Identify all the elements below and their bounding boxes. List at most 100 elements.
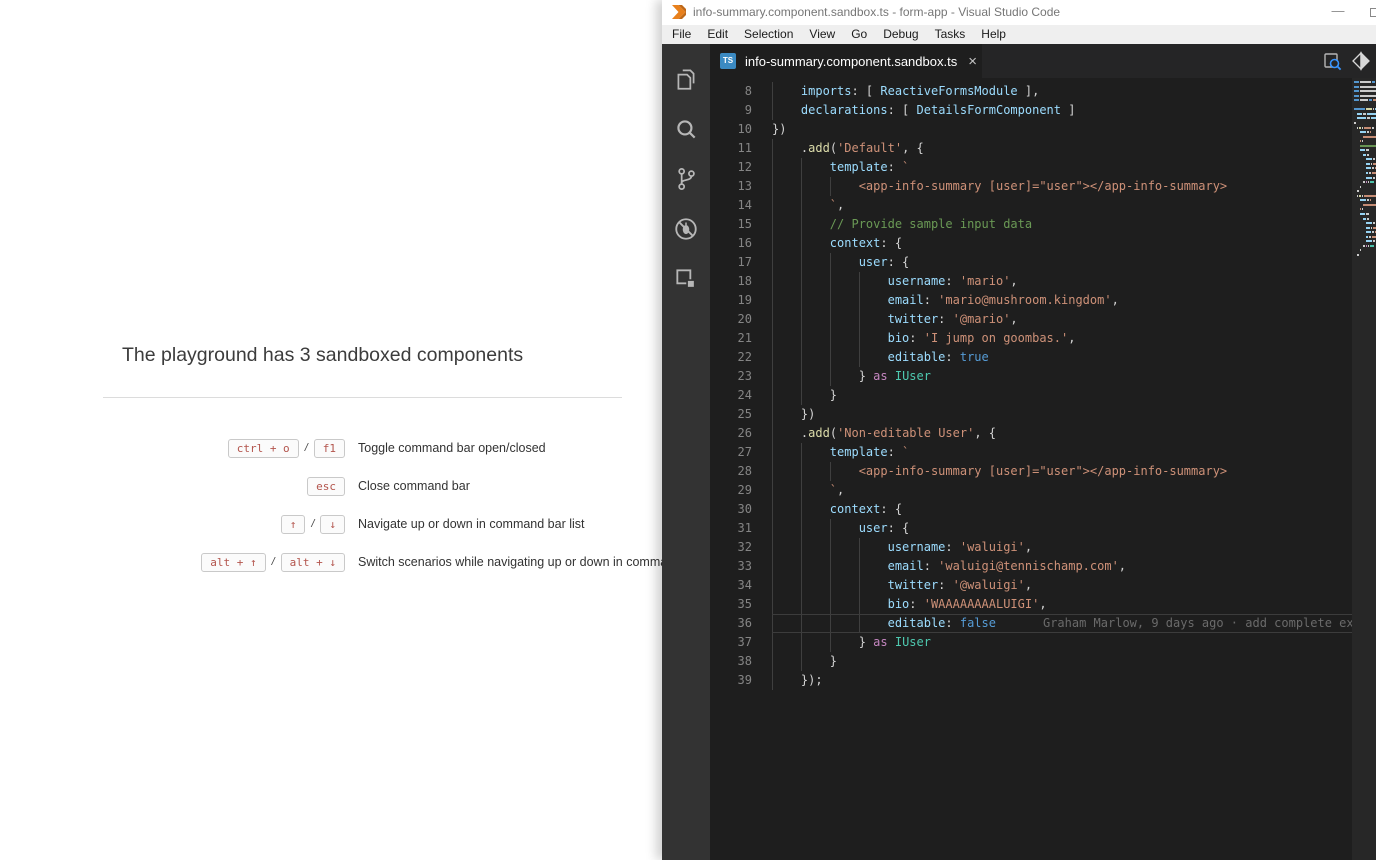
code-line-38[interactable]: 38 } [710,652,1376,671]
code-line-32[interactable]: 32 username: 'waluigi', [710,538,1376,557]
minimap-row [1352,190,1376,193]
indent-guide [772,310,773,329]
line-content: email: 'waluigi@tennischamp.com', [772,557,1376,576]
indent-guide [829,272,831,291]
explorer-icon[interactable] [662,54,710,104]
line-content: } [772,652,1376,671]
menu-view[interactable]: View [801,25,843,44]
code-line-13[interactable]: 13 <app-info-summary [user]="user"></app… [710,177,1376,196]
indent-guide [829,177,831,196]
code-line-30[interactable]: 30 context: { [710,500,1376,519]
menu-file[interactable]: File [664,25,699,44]
minimap-row [1352,181,1376,184]
line-number: 36 [737,616,752,630]
line-number: 33 [737,559,752,573]
search-icon[interactable] [662,104,710,154]
shortcut-row: ctrl + o / f1 Toggle command bar open/close… [0,429,662,467]
code-line-34[interactable]: 34 twitter: '@waluigi', [710,576,1376,595]
shortcut-description: Close command bar [358,479,470,493]
code-line-15[interactable]: 15 // Provide sample input data [710,215,1376,234]
code-line-19[interactable]: 19 email: 'mario@mushroom.kingdom', [710,291,1376,310]
open-preview-icon[interactable] [1322,51,1342,71]
debug-icon[interactable] [662,204,710,254]
line-content: email: 'mario@mushroom.kingdom', [772,291,1376,310]
code-line-14[interactable]: 14 `, [710,196,1376,215]
indent-guide [829,519,831,538]
code-line-26[interactable]: 26 .add('Non-editable User', { [710,424,1376,443]
minimap-row [1352,185,1376,188]
code-line-9[interactable]: 9 declarations: [ DetailsFormComponent ] [710,101,1376,120]
code-line-11[interactable]: 11 .add('Default', { [710,139,1376,158]
code-line-35[interactable]: 35 bio: 'WAAAAAAAALUIGI', [710,595,1376,614]
code-line-18[interactable]: 18 username: 'mario', [710,272,1376,291]
menu-debug[interactable]: Debug [875,25,926,44]
minimize-button[interactable]: — [1318,0,1358,25]
maximize-button[interactable] [1370,8,1376,17]
code-line-29[interactable]: 29 `, [710,481,1376,500]
menu-edit[interactable]: Edit [699,25,736,44]
shortcut-keys: alt + ↑ / alt + ↓ [0,552,345,572]
line-content: template: ` [772,158,1376,177]
code-line-27[interactable]: 27 template: ` [710,443,1376,462]
typescript-file-icon: TS [720,53,736,69]
code-line-39[interactable]: 39 }); [710,671,1376,690]
indent-guide [772,101,773,120]
activity-bar [662,44,710,860]
code-line-16[interactable]: 16 context: { [710,234,1376,253]
code-line-20[interactable]: 20 twitter: '@mario', [710,310,1376,329]
code-line-33[interactable]: 33 email: 'waluigi@tennischamp.com', [710,557,1376,576]
code-line-17[interactable]: 17 user: { [710,253,1376,272]
code-line-22[interactable]: 22 editable: true [710,348,1376,367]
line-number: 22 [737,350,752,364]
code-line-28[interactable]: 28 <app-info-summary [user]="user"></app… [710,462,1376,481]
indent-guide [772,386,773,405]
code-line-23[interactable]: 23 } as IUser [710,367,1376,386]
line-number: 11 [737,141,752,155]
line-content: }) [772,122,787,136]
indent-guide [800,595,802,614]
indent-guide [829,348,831,367]
code-line-10[interactable]: 10}) [710,120,1376,139]
minimap-row [1352,212,1376,215]
indent-guide [829,310,831,329]
code-line-36[interactable]: 36 editable: false Graham Marlow, 9 days … [710,614,1376,633]
code-line-25[interactable]: 25 }) [710,405,1376,424]
window-title: info-summary.component.sandbox.ts - form… [693,5,1061,19]
kbd-key: ↓ [320,514,345,534]
indent-guide [800,557,802,576]
indent-guide [772,462,773,481]
menu-go[interactable]: Go [843,25,875,44]
minimap-row [1352,226,1376,229]
code-editor[interactable]: 8 imports: [ ReactiveFormsModule ], 9 dec… [710,78,1376,860]
line-content: <app-info-summary [user]="user"></app-in… [772,177,1376,196]
minimap-row [1352,104,1376,106]
line-number: 15 [737,217,752,231]
split-editor-icon[interactable] [1351,51,1371,71]
source-control-icon[interactable] [662,154,710,204]
minimap[interactable] [1352,78,1376,860]
code-line-24[interactable]: 24 } [710,386,1376,405]
minimap-row [1352,176,1376,179]
shortcut-description: Toggle command bar open/closed [358,441,546,455]
line-number: 38 [737,654,752,668]
indent-guide [829,329,831,348]
menu-help[interactable]: Help [973,25,1014,44]
menu-selection[interactable]: Selection [736,25,801,44]
indent-guide [829,367,831,386]
minimap-row [1352,99,1376,102]
minimap-row [1352,153,1376,156]
tab-info-summary[interactable]: TS info-summary.component.sandbox.ts × [710,44,982,78]
tab-close-icon[interactable]: × [968,54,977,69]
code-line-31[interactable]: 31 user: { [710,519,1376,538]
line-content: } [772,386,1376,405]
indent-guide [800,196,802,215]
code-line-8[interactable]: 8 imports: [ ReactiveFormsModule ], [710,82,1376,101]
code-line-12[interactable]: 12 template: ` [710,158,1376,177]
code-line-21[interactable]: 21 bio: 'I jump on goombas.', [710,329,1376,348]
code-line-37[interactable]: 37 } as IUser [710,633,1376,652]
indent-guide [772,595,773,614]
menu-tasks[interactable]: Tasks [927,25,974,44]
indent-guide [800,615,802,632]
indent-guide [800,519,802,538]
extensions-icon[interactable] [662,254,710,304]
